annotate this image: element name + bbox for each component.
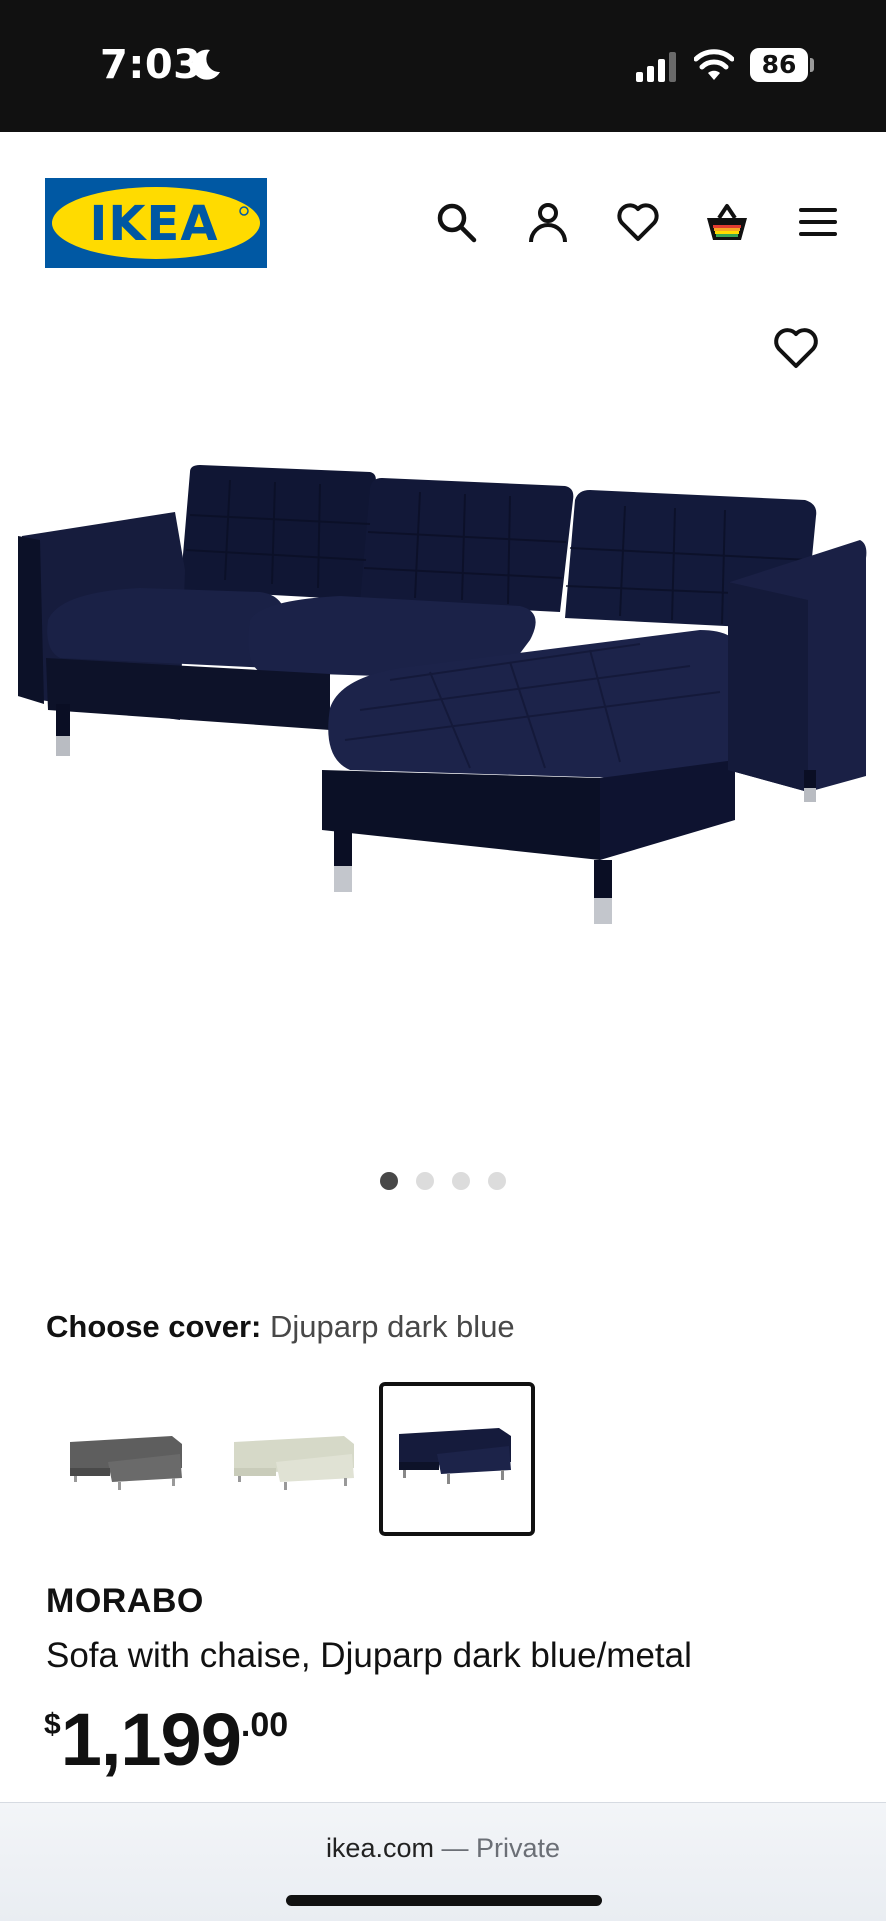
cover-option-gray[interactable] [52, 1382, 208, 1536]
price-decimal: .00 [240, 1706, 289, 1744]
heart-icon[interactable] [616, 200, 660, 244]
status-time: 7:03 [100, 42, 202, 88]
menu-icon[interactable] [796, 200, 840, 244]
cover-option-light[interactable] [220, 1382, 376, 1536]
carousel-dot[interactable] [416, 1172, 434, 1190]
account-icon[interactable] [526, 200, 570, 244]
sofa-thumbnail-gray [70, 1436, 182, 1490]
signal-icon [636, 52, 676, 82]
cover-option-dark-blue[interactable] [379, 1382, 535, 1536]
carousel-dot[interactable] [452, 1172, 470, 1190]
home-indicator[interactable] [286, 1895, 602, 1906]
choose-cover: Choose cover: Djuparp dark blue [46, 1309, 515, 1345]
carousel-pagination [0, 1172, 886, 1192]
logo-text: IKEA [90, 196, 219, 252]
private-mode-label: Private [476, 1833, 561, 1863]
cart-icon[interactable] [705, 200, 749, 244]
url-domain: ikea.com [325, 1833, 434, 1863]
carousel-dot[interactable] [488, 1172, 506, 1190]
sofa-thumbnail-dark-blue [399, 1428, 511, 1484]
product-image[interactable] [0, 300, 886, 1160]
browser-url-bar[interactable]: ikea.com — Private [0, 1802, 886, 1921]
price-currency: $ [44, 1708, 61, 1741]
choose-cover-value: Djuparp dark blue [269, 1309, 515, 1344]
ikea-logo-mark: IKEA [52, 187, 260, 259]
carousel-dot[interactable] [380, 1172, 398, 1190]
search-icon[interactable] [434, 200, 478, 244]
url-text[interactable]: ikea.com — Private [0, 1833, 886, 1864]
moon-icon [191, 49, 220, 80]
product-price: $1,199.00 [44, 1700, 288, 1780]
url-separator: — [433, 1833, 476, 1863]
status-bar: 7:03 86 [0, 0, 886, 132]
choose-cover-label: Choose cover: [46, 1309, 262, 1344]
sofa-thumbnail-light [234, 1436, 354, 1490]
wifi-icon [694, 49, 734, 80]
product-description: Sofa with chaise, Djuparp dark blue/meta… [46, 1636, 692, 1675]
battery-tip [810, 58, 814, 72]
ikea-logo[interactable]: IKEA [45, 178, 267, 268]
site-header: IKEA [0, 132, 886, 292]
product-name: MORABO [46, 1582, 204, 1620]
price-integer: 1,199 [60, 1698, 242, 1781]
battery-icon: 86 [750, 48, 808, 82]
